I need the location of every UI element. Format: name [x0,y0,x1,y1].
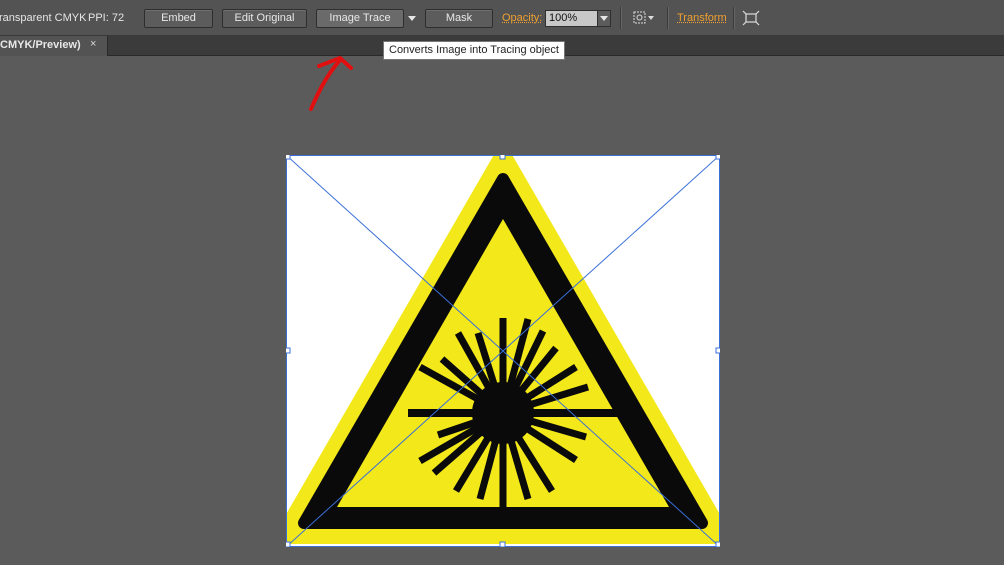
mask-button[interactable]: Mask [425,9,493,28]
image-info-text: ransparent CMYK [0,12,87,24]
document-tab[interactable]: CMYK/Preview) × [0,36,108,56]
separator [667,7,669,29]
transform-link[interactable]: Transform [677,12,727,24]
isolate-selected-icon[interactable] [742,10,760,26]
control-bar: ransparent CMYK PPI: 72 Embed Edit Origi… [0,0,1004,36]
image-trace-tooltip: Converts Image into Tracing object [383,41,565,60]
ppi-text: PPI: 72 [88,12,125,24]
annotation-arrow [309,56,353,111]
recolor-artwork-icon[interactable] [632,10,656,26]
opacity-input[interactable]: 100% [545,10,598,27]
chevron-down-icon [600,16,608,21]
image-trace-dropdown-icon[interactable] [408,16,416,21]
document-tab-label: CMYK/Preview) [0,39,81,51]
opacity-dropdown[interactable] [597,10,611,27]
separator [620,7,622,29]
separator [733,7,735,29]
close-icon[interactable]: × [90,38,96,50]
edit-original-button[interactable]: Edit Original [222,9,307,28]
image-trace-button[interactable]: Image Trace [316,9,404,28]
placed-image[interactable] [277,150,729,548]
embed-button[interactable]: Embed [144,9,213,28]
opacity-label[interactable]: Opacity: [502,12,542,24]
laser-source [472,382,534,444]
